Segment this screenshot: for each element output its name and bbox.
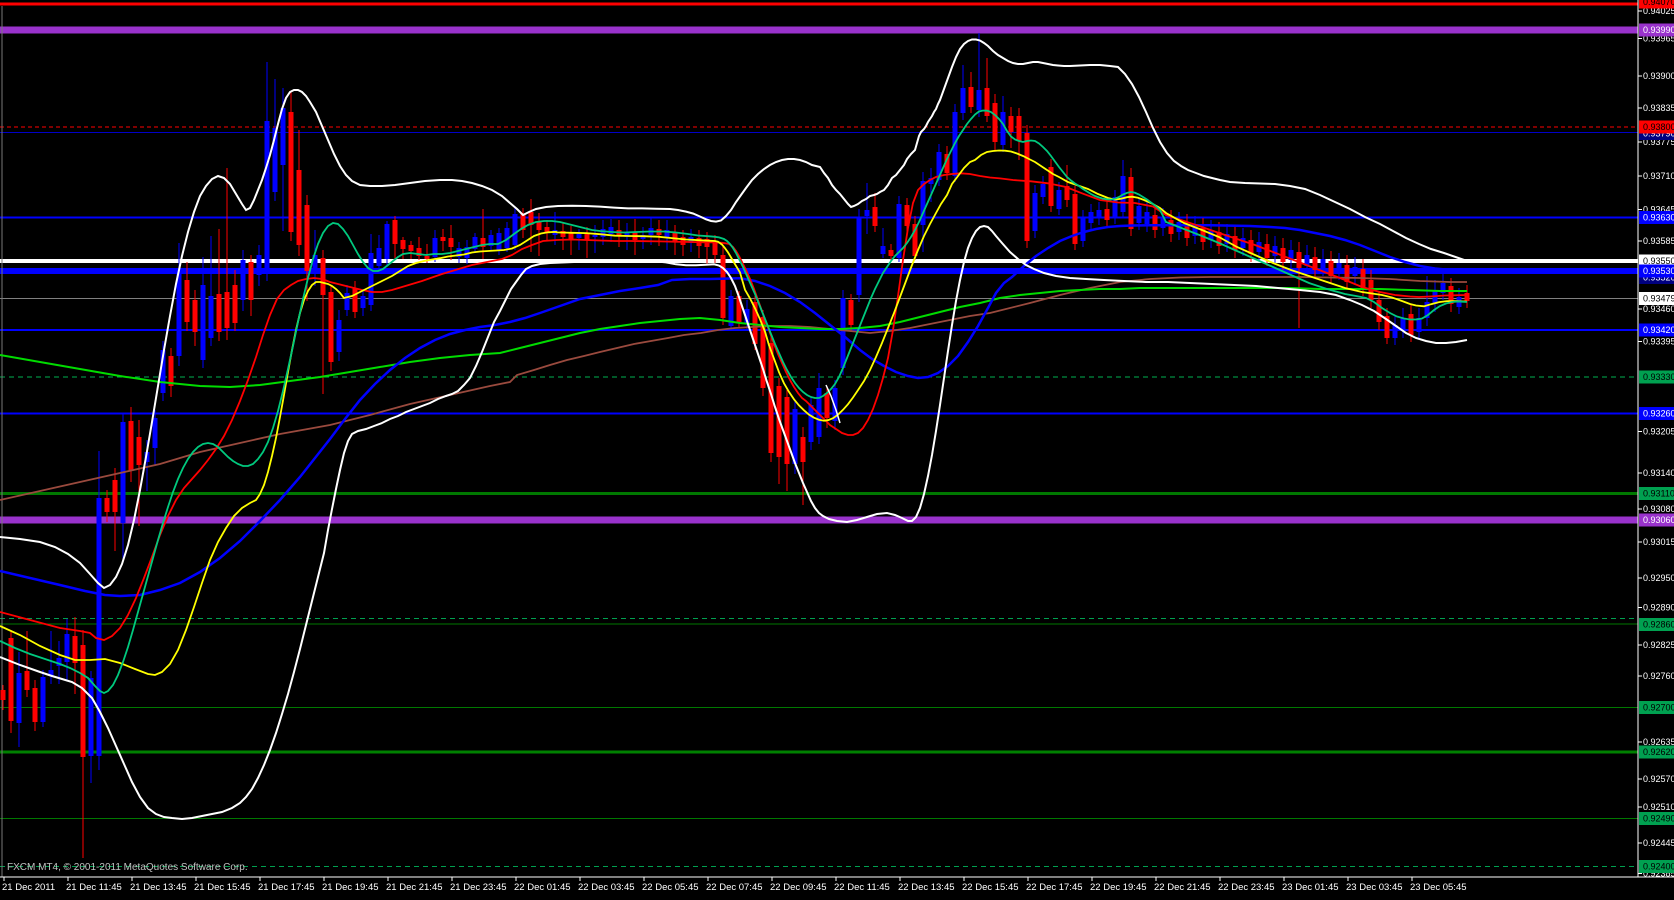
svg-text:22 Dec 05:45: 22 Dec 05:45: [642, 882, 699, 893]
svg-text:0.92825: 0.92825: [1643, 640, 1674, 650]
svg-text:0.93900: 0.93900: [1643, 71, 1674, 81]
svg-text:21 Dec 19:45: 21 Dec 19:45: [322, 882, 379, 893]
svg-text:0.92570: 0.92570: [1643, 774, 1674, 784]
svg-text:22 Dec 03:45: 22 Dec 03:45: [578, 882, 635, 893]
svg-text:0.93330: 0.93330: [1643, 372, 1674, 382]
svg-text:0.93530: 0.93530: [1643, 266, 1674, 276]
svg-text:22 Dec 13:45: 22 Dec 13:45: [898, 882, 955, 893]
svg-text:0.94070: 0.94070: [1643, 0, 1674, 7]
svg-text:0.92620: 0.92620: [1643, 747, 1674, 757]
svg-text:0.92890: 0.92890: [1643, 603, 1674, 613]
svg-text:0.93015: 0.93015: [1643, 537, 1674, 547]
svg-text:0.93260: 0.93260: [1643, 409, 1674, 419]
svg-text:0.93585: 0.93585: [1643, 236, 1674, 246]
svg-text:22 Dec 17:45: 22 Dec 17:45: [1026, 882, 1083, 893]
svg-text:21 Dec 15:45: 21 Dec 15:45: [194, 882, 251, 893]
svg-text:0.93990: 0.93990: [1643, 25, 1674, 35]
svg-text:0.92760: 0.92760: [1643, 671, 1674, 681]
svg-text:0.93395: 0.93395: [1643, 337, 1674, 347]
svg-text:22 Dec 11:45: 22 Dec 11:45: [834, 882, 890, 893]
svg-text:0.93060: 0.93060: [1643, 515, 1674, 525]
svg-text:21 Dec 23:45: 21 Dec 23:45: [450, 882, 507, 893]
svg-text:0.93800: 0.93800: [1643, 122, 1674, 132]
svg-text:22 Dec 23:45: 22 Dec 23:45: [1218, 882, 1275, 893]
svg-text:0.93110: 0.93110: [1643, 489, 1674, 499]
svg-text:22 Dec 15:45: 22 Dec 15:45: [962, 882, 1019, 893]
svg-text:22 Dec 01:45: 22 Dec 01:45: [514, 882, 571, 893]
svg-text:0.93080: 0.93080: [1643, 504, 1674, 514]
svg-text:0.93205: 0.93205: [1643, 427, 1674, 437]
svg-text:22 Dec 21:45: 22 Dec 21:45: [1154, 882, 1211, 893]
svg-text:23 Dec 05:45: 23 Dec 05:45: [1410, 882, 1467, 893]
svg-text:23 Dec 03:45: 23 Dec 03:45: [1346, 882, 1403, 893]
svg-text:0.92490: 0.92490: [1643, 814, 1674, 824]
svg-text:0.92700: 0.92700: [1643, 703, 1674, 713]
svg-text:0.93710: 0.93710: [1643, 171, 1674, 181]
svg-text:0.92510: 0.92510: [1643, 802, 1674, 812]
svg-text:0.93140: 0.93140: [1643, 468, 1674, 478]
svg-text:0.93460: 0.93460: [1643, 304, 1674, 314]
svg-text:0.93630: 0.93630: [1643, 213, 1674, 223]
svg-text:23 Dec 01:45: 23 Dec 01:45: [1282, 882, 1339, 893]
svg-text:0.93835: 0.93835: [1643, 103, 1674, 113]
svg-text:0.92400: 0.92400: [1643, 862, 1674, 872]
svg-text:0.93420: 0.93420: [1643, 325, 1674, 335]
svg-text:22 Dec 07:45: 22 Dec 07:45: [706, 882, 763, 893]
svg-text:21 Dec 21:45: 21 Dec 21:45: [386, 882, 443, 893]
svg-text:0.93479: 0.93479: [1643, 294, 1674, 304]
svg-text:21 Dec 17:45: 21 Dec 17:45: [258, 882, 315, 893]
svg-text:0.92860: 0.92860: [1643, 620, 1674, 630]
svg-text:0.92950: 0.92950: [1643, 573, 1674, 583]
svg-text:22 Dec 19:45: 22 Dec 19:45: [1090, 882, 1147, 893]
svg-text:21 Dec 2011: 21 Dec 2011: [2, 882, 55, 893]
svg-text:0.92445: 0.92445: [1643, 838, 1674, 848]
svg-text:22 Dec 09:45: 22 Dec 09:45: [770, 882, 827, 893]
svg-text:FXCM MT4, © 2001-2011 MetaQuot: FXCM MT4, © 2001-2011 MetaQuotes Softwar…: [7, 862, 248, 873]
svg-text:21 Dec 11:45: 21 Dec 11:45: [66, 882, 122, 893]
svg-text:21 Dec 13:45: 21 Dec 13:45: [130, 882, 187, 893]
